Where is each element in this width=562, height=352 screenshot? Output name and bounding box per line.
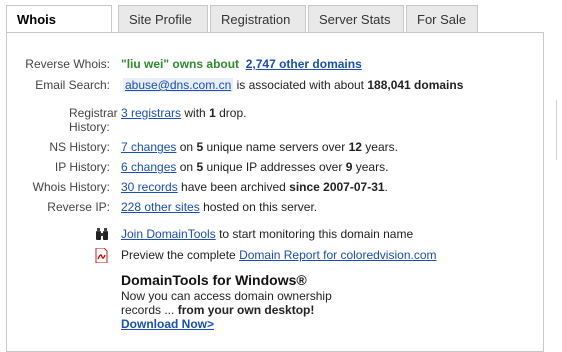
ip-history-row: IP History: 6 changes on 5 unique IP add… — [0, 160, 540, 176]
tab-label: For Sale — [417, 12, 467, 27]
reverse-whois-value: "liu wei" owns about 2,747 other domains — [121, 57, 362, 71]
side-divider — [556, 100, 562, 160]
ip-changes-link[interactable]: 6 changes — [121, 160, 176, 174]
text: on — [179, 140, 194, 154]
binoculars-icon — [96, 228, 108, 240]
tab-for-sale[interactable]: For Sale — [406, 5, 478, 32]
tab-label: Server Stats — [319, 12, 391, 27]
whois-history-row: Whois History: 30 records have been arch… — [0, 180, 540, 196]
text: unique name servers over — [206, 140, 346, 154]
ip-history-value: 6 changes on 5 unique IP addresses over … — [121, 160, 388, 174]
registrar-history-label: Registrar History: — [69, 106, 118, 134]
registrars-link[interactable]: 3 registrars — [121, 106, 181, 120]
whois-history-label: Whois History: — [32, 180, 110, 194]
text: records ... — [121, 303, 175, 317]
text: hosted on this server. — [203, 200, 318, 214]
owner-text: "liu wei" owns about — [121, 57, 240, 71]
text: with — [184, 106, 206, 120]
report-value: Preview the complete Domain Report for c… — [121, 248, 437, 262]
ns-history-value: 7 changes on 5 unique name servers over … — [121, 140, 398, 154]
registrar-history-row: Registrar History: 3 registrars with 1 d… — [0, 106, 540, 136]
ns-history-label: NS History: — [49, 140, 110, 154]
ip-years: 9 — [345, 160, 353, 174]
join-domaintools-link[interactable]: Join DomainTools — [121, 227, 216, 241]
pdf-icon — [95, 248, 108, 263]
since-date: since 2007-07-31 — [289, 180, 385, 194]
monitor-value: Join DomainTools to start monitoring thi… — [121, 227, 413, 241]
tab-registration[interactable]: Registration — [210, 5, 306, 32]
promo-download-row: Download Now> — [121, 317, 381, 332]
text: on — [179, 160, 194, 174]
tab-label: Registration — [221, 12, 291, 27]
whois-history-value: 30 records have been archived since 2007… — [121, 180, 388, 194]
drop-count: 1 — [209, 106, 216, 120]
reverse-ip-label: Reverse IP: — [47, 200, 110, 214]
text: years. — [365, 140, 398, 154]
email-count: 188,041 domains — [367, 78, 464, 92]
whois-records-link[interactable]: 30 records — [121, 180, 178, 194]
label-line: Registrar — [69, 106, 118, 120]
monitor-row: Join DomainTools to start monitoring thi… — [0, 227, 540, 243]
tab-site-profile[interactable]: Site Profile — [118, 5, 208, 32]
text: Preview the complete — [121, 248, 236, 262]
tab-whois-record[interactable]: Whois Record — [6, 5, 112, 54]
ip-count: 5 — [196, 160, 204, 174]
download-now-link[interactable]: Download Now> — [121, 317, 214, 331]
other-sites-link[interactable]: 228 other sites — [121, 200, 200, 214]
text: to start monitoring this domain name — [219, 227, 414, 241]
promo-title: DomainTools for Windows® — [121, 272, 307, 288]
reverse-whois-label: Reverse Whois: — [25, 57, 110, 71]
ns-years: 12 — [348, 140, 362, 154]
text: unique IP addresses over — [206, 160, 343, 174]
email-search-label: Email Search: — [35, 78, 110, 92]
promo-line2: records ... from your own desktop! — [121, 303, 381, 318]
text: drop. — [219, 106, 247, 120]
report-row: Preview the complete Domain Report for c… — [0, 248, 540, 264]
ns-history-row: NS History: 7 changes on 5 unique name s… — [0, 140, 540, 156]
reverse-whois-row: Reverse Whois: "liu wei" owns about 2,74… — [0, 57, 540, 73]
text: from your own desktop! — [177, 303, 315, 317]
text: have been archived — [181, 180, 286, 194]
registrar-history-value: 3 registrars with 1 drop. — [121, 106, 246, 120]
email-link[interactable]: abuse@dns.com.cn — [123, 78, 234, 92]
ns-count: 5 — [196, 140, 204, 154]
promo-line1: Now you can access domain ownership — [121, 289, 332, 303]
text: . — [384, 180, 388, 194]
tab-server-stats[interactable]: Server Stats — [308, 5, 404, 32]
reverse-ip-value: 228 other sites hosted on this server. — [121, 200, 317, 214]
domain-report-link[interactable]: Domain Report for coloredvision.com — [239, 248, 436, 262]
ip-history-label: IP History: — [54, 160, 110, 174]
email-search-row: Email Search: abuse@dns.com.cn is associ… — [0, 78, 540, 94]
email-text: is associated with about — [236, 78, 364, 92]
tab-label: Site Profile — [129, 12, 192, 27]
reverse-ip-row: Reverse IP: 228 other sites hosted on th… — [0, 200, 540, 216]
other-domains-link[interactable]: 2,747 other domains — [246, 57, 362, 71]
ns-changes-link[interactable]: 7 changes — [121, 140, 176, 154]
text: years. — [355, 160, 389, 174]
label-line: History: — [69, 120, 110, 134]
email-search-value: abuse@dns.com.cn is associated with abou… — [123, 78, 463, 92]
